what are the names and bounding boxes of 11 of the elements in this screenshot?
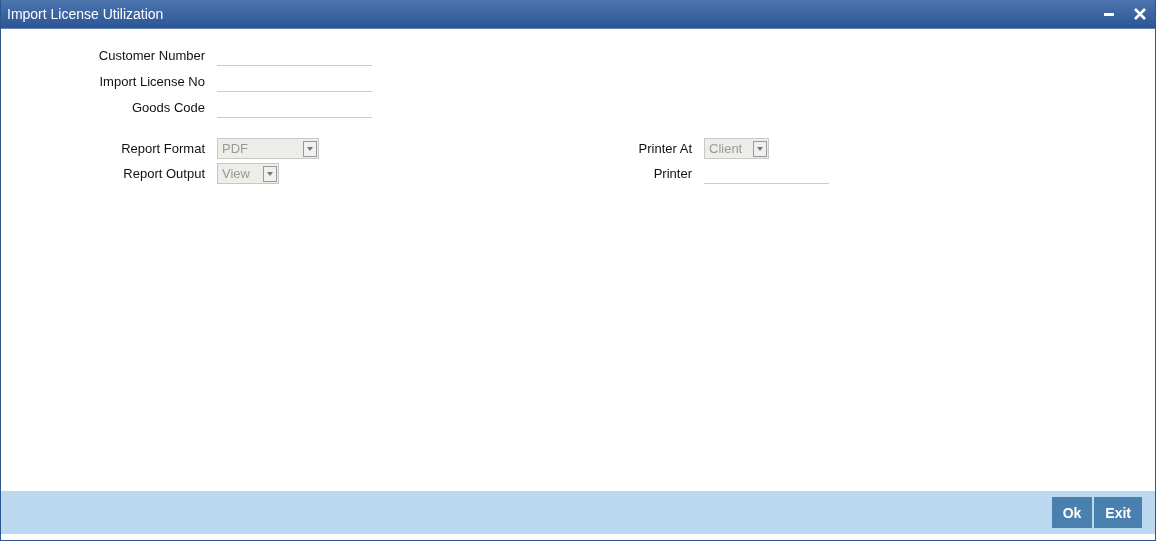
window-title: Import License Utilization — [7, 6, 164, 22]
field-label: Printer At — [638, 141, 692, 157]
field-label: Import License No — [99, 74, 205, 91]
action-button[interactable]: Exit — [1094, 497, 1142, 528]
field-label: Report Output — [123, 166, 205, 181]
field-label: Customer Number — [98, 48, 205, 65]
action-button[interactable]: Ok — [1051, 497, 1093, 528]
field-label: Report Format — [121, 141, 205, 156]
close-icon[interactable] — [1133, 7, 1147, 21]
field-label: Goods Code — [132, 100, 205, 117]
field-label: Printer — [653, 166, 692, 182]
